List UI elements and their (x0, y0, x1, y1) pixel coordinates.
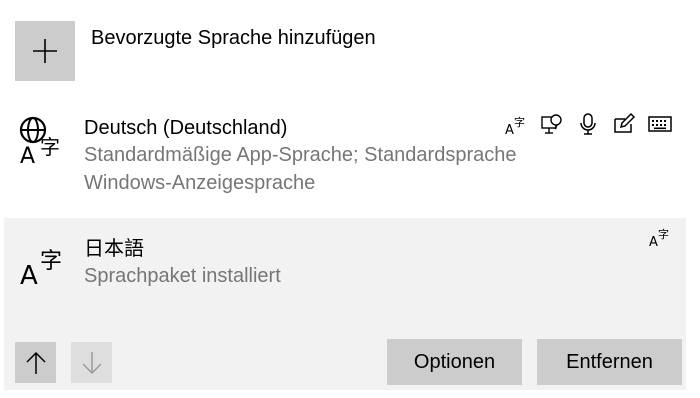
language-display-icon: A 字 (19, 116, 60, 166)
add-language-button[interactable]: Bevorzugte Sprache hinzufügen (15, 21, 376, 81)
svg-text:A: A (20, 144, 35, 166)
language-pack-icon: A 字 (649, 227, 669, 248)
plus-icon (33, 39, 57, 63)
add-language-label: Bevorzugte Sprache hinzufügen (91, 27, 376, 49)
language-status-line: Windows-Anzeigesprache (84, 172, 316, 194)
svg-text:字: 字 (514, 115, 525, 129)
language-name: Deutsch (Deutschland) (84, 117, 288, 139)
svg-text:A: A (649, 235, 658, 248)
speech-recognition-icon (580, 113, 596, 135)
language-item-japanese[interactable]: A 字 日本語 Sprachpaket installiert A 字 Opti… (4, 218, 686, 390)
arrow-up-icon (25, 351, 46, 374)
move-up-button[interactable] (15, 342, 56, 383)
svg-text:字: 字 (40, 249, 62, 274)
language-item-deutsch[interactable]: A 字 Deutsch (Deutschland) Standardmäßige… (4, 106, 686, 210)
svg-text:字: 字 (40, 135, 60, 159)
language-pack-icon: A 字 (505, 115, 525, 136)
language-icon: A 字 (20, 249, 62, 288)
keyboard-icon (648, 116, 672, 132)
language-name: 日本語 (84, 238, 144, 260)
text-to-speech-icon (541, 114, 562, 134)
move-down-button[interactable] (71, 342, 112, 383)
language-status-line: Standardmäßige App-Sprache; Standardspra… (84, 144, 517, 166)
language-features: A 字 (504, 112, 672, 136)
options-button[interactable]: Optionen (387, 339, 522, 385)
svg-text:A: A (505, 123, 514, 136)
handwriting-icon (614, 112, 636, 133)
add-language-tile[interactable] (15, 21, 75, 81)
arrow-down-icon (81, 351, 102, 374)
remove-button[interactable]: Entfernen (537, 339, 682, 385)
language-status-line: Sprachpaket installiert (84, 265, 281, 287)
svg-text:A: A (20, 261, 38, 288)
svg-text:字: 字 (658, 227, 669, 241)
language-features: A 字 (648, 224, 672, 248)
